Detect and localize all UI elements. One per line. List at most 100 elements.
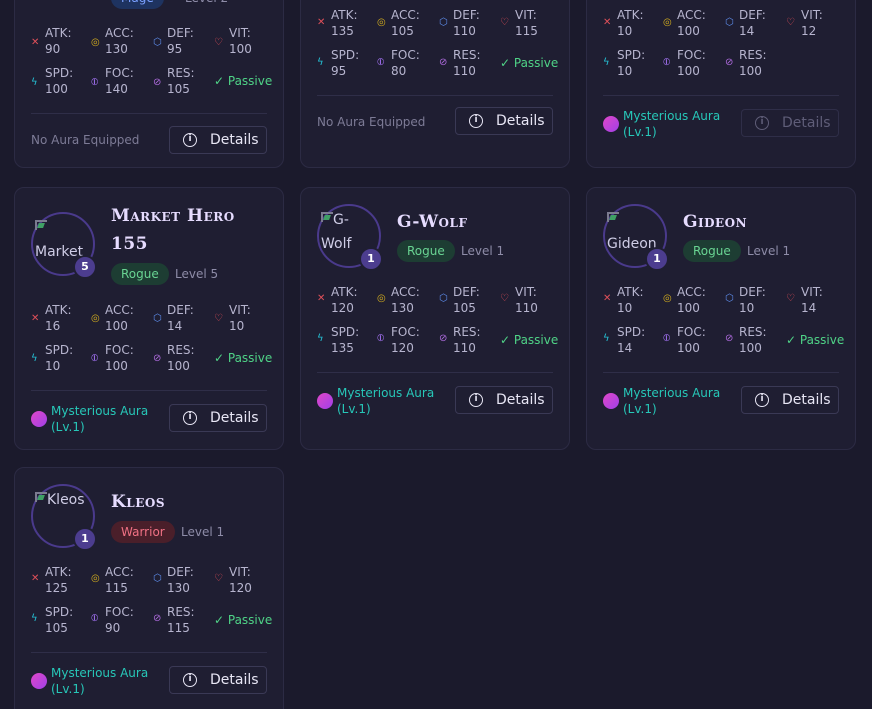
hero-name: G-Wolf [397, 212, 468, 232]
class-badge: Mage [111, 0, 164, 9]
stat-res: RES: 115 [167, 605, 195, 635]
atk-icon: ✕ [317, 17, 326, 28]
divider [603, 95, 839, 96]
atk-icon: ✕ [31, 573, 40, 584]
stat-foc: FOC: 90 [105, 605, 134, 635]
stat-res: RES: 110 [453, 325, 481, 355]
hero-card: Mage Level 2 ✕ ATK:90 ◎ ACC:130 ⬡ DEF:95… [14, 0, 284, 168]
no-aura-text: No Aura Equipped [31, 133, 140, 147]
class-badge: Rogue [397, 240, 455, 262]
spd-icon: ϟ [603, 333, 610, 344]
class-badge: Rogue [683, 240, 741, 262]
stat-spd: SPD: 135 [331, 325, 360, 355]
divider [31, 390, 267, 391]
spd-icon: ϟ [31, 353, 38, 364]
stat-res: RES: 105 [167, 66, 195, 96]
passive-status: ✓ Passive [214, 351, 273, 365]
details-button[interactable]: i Details [455, 386, 553, 414]
foc-icon: ⦶ [377, 333, 385, 344]
passive-status: ✓ Passive [786, 333, 845, 347]
stat-vit: VIT: 120 [229, 565, 252, 595]
hero-name: Gideon [683, 212, 748, 232]
atk-icon: ✕ [31, 37, 40, 48]
hero-card: ✕ ATK: 135 ◎ ACC: 105 ⬡ DEF: 110 ♡ VIT: 115 … [300, 0, 570, 168]
res-icon: ⊘ [725, 333, 734, 344]
stat-acc: ACC: 130 [391, 285, 420, 315]
spd-icon: ϟ [31, 613, 38, 624]
info-icon: i [183, 673, 197, 687]
spd-icon: ϟ [31, 77, 38, 88]
stat-spd: SPD: 10 [45, 343, 74, 373]
stat-res: RES: 110 [453, 48, 481, 78]
stat-vit: VIT: 115 [515, 8, 538, 38]
foc-icon: ⦶ [91, 77, 99, 88]
class-badge: Warrior [111, 521, 175, 543]
stat-acc: ACC: 130 [105, 26, 134, 56]
divider [31, 113, 267, 114]
aura-name: Mysterious Aura (Lv.1) [51, 666, 149, 696]
foc-icon: ⦶ [663, 57, 671, 68]
def-icon: ⬡ [153, 573, 162, 584]
acc-icon: ◎ [91, 573, 100, 584]
atk-icon: ✕ [603, 293, 612, 304]
level-text: Level 1 [747, 244, 791, 258]
aura-icon [31, 411, 47, 427]
spd-icon: ϟ [317, 57, 324, 68]
hero-name: Kleos [111, 492, 165, 512]
def-icon: ⬡ [725, 293, 734, 304]
vit-icon: ♡ [500, 293, 509, 304]
stat-spd: SPD: 14 [617, 325, 646, 355]
hero-name: Market Hero 155 [111, 206, 235, 254]
hero-card: ✕ ATK: 10 ◎ ACC: 100 ⬡ DEF: 14 ♡ VIT: 12 ϟ S… [586, 0, 856, 168]
aura-icon [31, 673, 47, 689]
passive-status: ✓ Passive [500, 333, 559, 347]
divider [31, 652, 267, 653]
details-button[interactable]: i Details [741, 386, 839, 414]
stat-spd: SPD: 10 [617, 48, 646, 78]
details-button[interactable]: i Details [169, 126, 267, 154]
level-badge: 1 [645, 247, 669, 271]
stat-atk: ATK: 90 [45, 26, 72, 56]
info-icon: i [183, 133, 197, 147]
stat-acc: ACC: 115 [105, 565, 134, 595]
stat-vit: VIT: 110 [515, 285, 538, 315]
hero-card: G-Wolf 1 G-Wolf Rogue Level 1 ✕ ATK: 120 … [300, 187, 570, 450]
stat-vit: VIT: 10 [229, 303, 251, 333]
acc-icon: ◎ [663, 293, 672, 304]
foc-icon: ⦶ [91, 613, 99, 624]
vit-icon: ♡ [786, 293, 795, 304]
divider [317, 95, 553, 96]
hero-card: Market Hero 155 5 Market Hero 155 Rogue … [14, 187, 284, 450]
stat-foc: FOC: 80 [391, 48, 420, 78]
details-button[interactable]: i Details [741, 109, 839, 137]
stat-def: DEF: 105 [453, 285, 480, 315]
stat-acc: ACC: 105 [391, 8, 420, 38]
res-icon: ⊘ [153, 77, 162, 88]
stat-foc: FOC: 100 [677, 48, 706, 78]
vit-icon: ♡ [786, 17, 795, 28]
info-icon: i [469, 114, 483, 128]
stat-acc: ACC: 100 [677, 285, 706, 315]
spd-icon: ϟ [603, 57, 610, 68]
aura-name: Mysterious Aura (Lv.1) [623, 109, 721, 139]
details-button[interactable]: i Details [169, 666, 267, 694]
passive-status: ✓ Passive [214, 74, 273, 88]
level-badge: 5 [73, 255, 97, 279]
info-icon: i [469, 393, 483, 407]
stat-def: DEF: 95 [167, 26, 194, 56]
info-icon: i [755, 116, 769, 130]
details-button[interactable]: i Details [169, 404, 267, 432]
hero-card: Gideon 1 Gideon Rogue Level 1 ✕ ATK: 10 ◎… [586, 187, 856, 450]
stat-spd: SPD: 105 [45, 605, 74, 635]
stat-atk: ATK: 120 [331, 285, 358, 315]
level-text: Level 2 [185, 0, 228, 9]
info-icon: i [755, 393, 769, 407]
stat-res: RES: 100 [167, 343, 195, 373]
level-text: Level 1 [461, 244, 505, 258]
def-icon: ⬡ [153, 37, 162, 48]
res-icon: ⊘ [439, 333, 448, 344]
details-button[interactable]: i Details [455, 107, 553, 135]
vit-icon: ♡ [500, 17, 509, 28]
stat-vit: VIT: 100 [229, 26, 252, 56]
atk-icon: ✕ [603, 17, 612, 28]
